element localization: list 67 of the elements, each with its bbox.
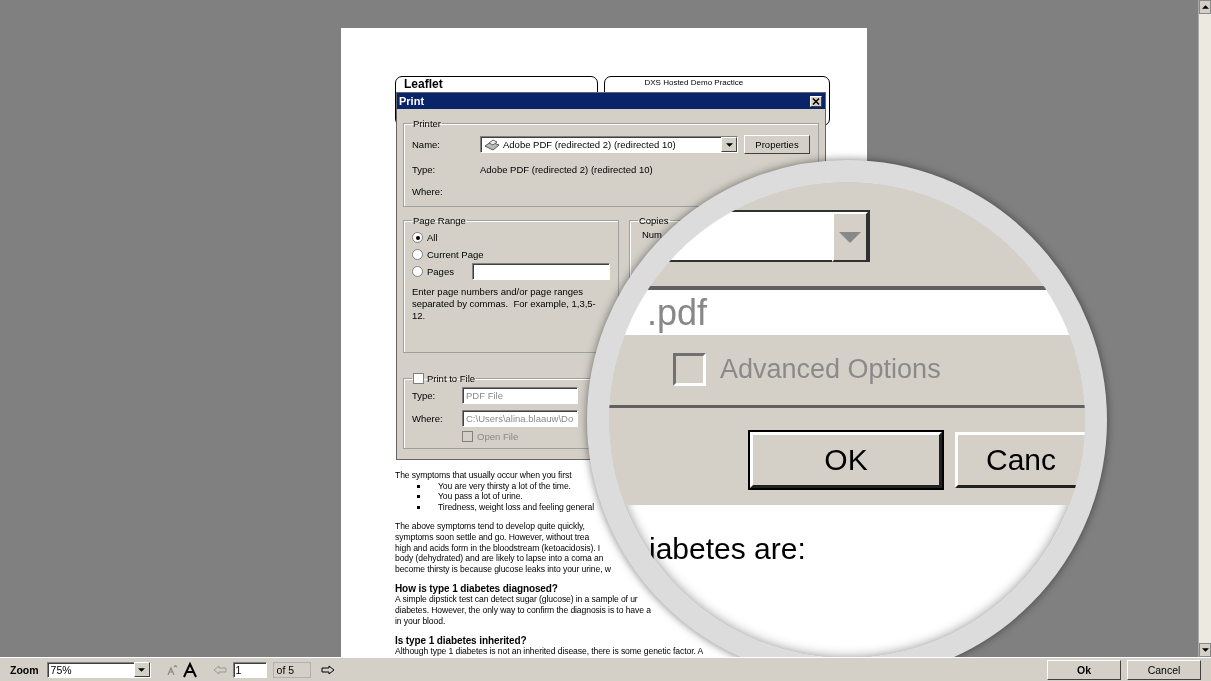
magnified-text: iabetes are: xyxy=(649,532,806,566)
printer-type: Adobe PDF (redirected 2) (redirected 10) xyxy=(480,164,654,176)
body-text-line: high and acids form in the bloodstream (ketoacidosis). I xyxy=(395,542,601,554)
radio-label: Pages xyxy=(427,266,454,277)
radio-button[interactable] xyxy=(412,249,423,260)
checkbox[interactable] xyxy=(413,373,424,384)
field-label: Type: xyxy=(412,390,437,401)
printer-icon xyxy=(484,138,500,151)
body-text-line: A simple dipstick test can detect sugar (glucose) in a sample of ur xyxy=(395,594,638,605)
dialog-title: Print xyxy=(399,95,425,107)
caret-icon xyxy=(839,231,861,243)
field-label: Num xyxy=(640,229,662,240)
checkbox-label: Open File xyxy=(477,431,519,442)
body-text-line: in your blood. xyxy=(395,615,446,627)
section-heading: Is type 1 diabetes inherited? xyxy=(395,635,527,647)
caret-icon xyxy=(725,142,733,147)
field-label: Where: xyxy=(412,413,444,424)
bullet-text: Tiredness, weight loss and feeling general xyxy=(438,501,594,513)
close-icon[interactable] xyxy=(810,95,822,107)
cancel-button[interactable]: Cancel xyxy=(1127,659,1201,680)
dropdown-button[interactable] xyxy=(133,662,150,677)
radio-button[interactable] xyxy=(412,232,423,243)
radio-button[interactable] xyxy=(412,266,423,277)
pages-field[interactable] xyxy=(471,263,610,280)
page-count: of 5 xyxy=(272,661,311,678)
increase-font-icon[interactable] xyxy=(182,661,199,678)
properties-button[interactable]: Properties xyxy=(744,135,810,155)
bullet-text: You are very thirsty a lot of the time. xyxy=(438,480,571,492)
body-text-line: symptoms soon settle and go. However, without trea xyxy=(395,531,590,543)
bullet-icon xyxy=(417,495,420,499)
cancel-button[interactable]: Canc xyxy=(955,432,1085,488)
field-label: Type: xyxy=(412,164,437,176)
body-text-line: Although type 1 diabetes is not an inherited disease, there is some genetic factor. A xyxy=(395,646,704,657)
body-text-line: become thirsty is because glucose leaks into your urine, w xyxy=(395,563,611,575)
caret-icon xyxy=(138,667,146,672)
scroll-up-icon[interactable] xyxy=(1199,0,1211,14)
bullet-text: You pass a lot of urine. xyxy=(438,491,523,502)
dropdown-button[interactable] xyxy=(721,137,737,153)
group-label: Page Range xyxy=(412,215,467,226)
file-type-field[interactable]: PDF File xyxy=(462,387,578,404)
ok-button[interactable]: OK xyxy=(750,432,942,488)
body-text-line: The symptoms that usually occur when you first xyxy=(395,470,572,481)
zoom-label: Zoom xyxy=(10,663,39,676)
printer-dropdown[interactable]: Adobe PDF (redirected 2) (redirected 10) xyxy=(480,136,738,154)
body-text-line: diabetes. However, the only way to confirm the diagnosis is to have a xyxy=(395,604,651,616)
bullet-icon xyxy=(417,505,420,509)
group-label: Printer xyxy=(412,118,442,129)
field-label: Name: xyxy=(412,139,441,151)
body-text-line: body (dehydrated) and are likely to lapse into a coma an xyxy=(395,553,604,564)
radio-label: All xyxy=(427,232,438,243)
group-label: Copies xyxy=(637,215,670,226)
field-label: Where: xyxy=(412,185,444,197)
scroll-down-icon[interactable] xyxy=(1199,643,1211,657)
page-range-hint: Enter page numbers and/or page ranges separated by commas. For example, 1,3,5-12. xyxy=(412,286,597,322)
zoom-dropdown[interactable]: 75% xyxy=(46,661,151,678)
radio-label: Current Page xyxy=(427,249,484,260)
dropdown-button[interactable] xyxy=(832,212,868,262)
bullet-icon xyxy=(417,484,420,488)
page-number-field[interactable]: 1 xyxy=(232,661,267,678)
body-text-line: The above symptoms tend to develop quite quickly, xyxy=(395,521,585,532)
scrollbar[interactable] xyxy=(1198,0,1211,657)
checkbox-label: Advanced Options xyxy=(720,354,941,385)
ok-button[interactable]: Ok xyxy=(1047,659,1121,680)
section-heading: How is type 1 diabetes diagnosed? xyxy=(395,583,558,595)
checkbox-label: Print to File xyxy=(427,373,476,384)
next-page-icon[interactable] xyxy=(320,664,335,675)
file-path-field[interactable]: C:\Users\alina.blaauw\Do xyxy=(462,410,578,427)
